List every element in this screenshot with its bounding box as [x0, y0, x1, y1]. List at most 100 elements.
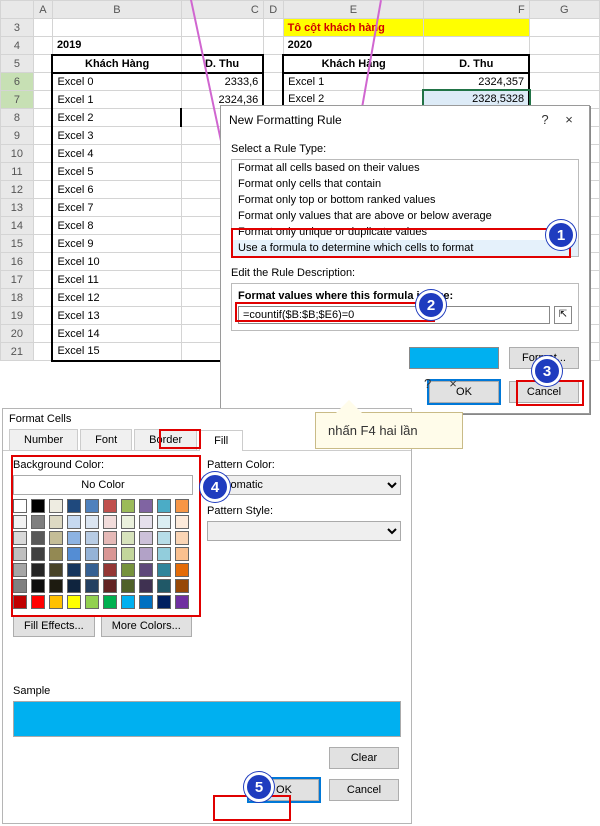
col-B[interactable]: B: [52, 1, 181, 19]
row-19[interactable]: 19: [1, 307, 34, 325]
range-selector-icon[interactable]: ⇱: [554, 306, 572, 324]
cancel-button[interactable]: Cancel: [329, 779, 399, 801]
rule-type-item-formula[interactable]: Use a formula to determine which cells t…: [232, 240, 578, 256]
tab-fill[interactable]: Fill: [199, 430, 243, 451]
cell-E6[interactable]: Excel 1: [283, 73, 424, 91]
row-5[interactable]: 5: [1, 55, 34, 73]
color-swatch[interactable]: [85, 563, 99, 577]
color-swatch[interactable]: [103, 595, 117, 609]
pattern-style-select[interactable]: [207, 521, 401, 541]
color-swatch[interactable]: [13, 547, 27, 561]
cell-F5[interactable]: D. Thu: [424, 55, 529, 73]
color-swatch[interactable]: [67, 595, 81, 609]
color-swatch[interactable]: [31, 595, 45, 609]
color-swatch[interactable]: [31, 515, 45, 529]
color-swatch[interactable]: [31, 563, 45, 577]
color-swatch[interactable]: [49, 515, 63, 529]
color-swatch[interactable]: [67, 563, 81, 577]
color-swatch[interactable]: [175, 531, 189, 545]
color-swatch[interactable]: [103, 515, 117, 529]
color-swatch[interactable]: [139, 499, 153, 513]
color-swatch[interactable]: [85, 531, 99, 545]
color-swatch[interactable]: [139, 515, 153, 529]
color-swatch[interactable]: [49, 531, 63, 545]
color-swatch[interactable]: [49, 499, 63, 513]
color-swatch[interactable]: [85, 515, 99, 529]
cell-B14[interactable]: Excel 8: [52, 217, 181, 235]
clear-button[interactable]: Clear: [329, 747, 399, 769]
cell-C6[interactable]: 2333,6: [181, 73, 263, 91]
cell-B9[interactable]: Excel 3: [52, 127, 181, 145]
row-7[interactable]: 7: [1, 91, 34, 109]
color-swatch[interactable]: [157, 579, 171, 593]
color-swatch[interactable]: [139, 595, 153, 609]
cell-B6[interactable]: Excel 0: [52, 73, 181, 91]
color-swatch[interactable]: [121, 563, 135, 577]
cell-B4[interactable]: 2019: [52, 37, 181, 55]
color-swatch[interactable]: [175, 515, 189, 529]
close-icon[interactable]: ×: [557, 112, 581, 127]
cell-C5[interactable]: D. Thu: [181, 55, 263, 73]
color-swatch[interactable]: [31, 547, 45, 561]
color-swatch[interactable]: [13, 563, 27, 577]
color-swatch[interactable]: [175, 579, 189, 593]
color-swatch[interactable]: [67, 515, 81, 529]
cell-B15[interactable]: Excel 9: [52, 235, 181, 253]
cell-B13[interactable]: Excel 7: [52, 199, 181, 217]
color-swatch[interactable]: [157, 595, 171, 609]
color-swatch[interactable]: [31, 499, 45, 513]
cell-B10[interactable]: Excel 4: [52, 145, 181, 163]
color-swatch[interactable]: [139, 579, 153, 593]
cell-B8[interactable]: Excel 2: [52, 109, 181, 127]
col-A[interactable]: A: [33, 1, 52, 19]
color-swatch[interactable]: [139, 531, 153, 545]
cell-B18[interactable]: Excel 12: [52, 289, 181, 307]
row-6[interactable]: 6: [1, 73, 34, 91]
cell-B20[interactable]: Excel 14: [52, 325, 181, 343]
rule-type-item[interactable]: Format all cells based on their values: [232, 160, 578, 176]
cell-B16[interactable]: Excel 10: [52, 253, 181, 271]
row-11[interactable]: 11: [1, 163, 34, 181]
row-21[interactable]: 21: [1, 343, 34, 361]
rule-type-item[interactable]: Format only cells that contain: [232, 176, 578, 192]
col-D[interactable]: D: [263, 1, 283, 19]
cell-B7[interactable]: Excel 1: [52, 91, 181, 109]
color-swatch[interactable]: [121, 499, 135, 513]
cell-E4[interactable]: 2020: [283, 37, 424, 55]
color-swatch[interactable]: [49, 595, 63, 609]
color-swatch[interactable]: [103, 579, 117, 593]
cell-E5[interactable]: Khách Hàng: [283, 55, 424, 73]
help-icon[interactable]: ?: [533, 112, 557, 127]
col-F[interactable]: F: [424, 1, 529, 19]
color-swatch[interactable]: [157, 547, 171, 561]
tab-border[interactable]: Border: [134, 429, 197, 450]
row-16[interactable]: 16: [1, 253, 34, 271]
close-icon[interactable]: ×: [449, 376, 457, 391]
help-icon[interactable]: ?: [424, 376, 431, 391]
color-swatch[interactable]: [49, 579, 63, 593]
color-swatch[interactable]: [175, 499, 189, 513]
cell-B11[interactable]: Excel 5: [52, 163, 181, 181]
color-swatch[interactable]: [13, 515, 27, 529]
color-swatch[interactable]: [13, 531, 27, 545]
row-8[interactable]: 8: [1, 109, 34, 127]
color-swatch[interactable]: [103, 547, 117, 561]
col-G[interactable]: G: [529, 1, 599, 19]
formula-input[interactable]: [238, 306, 550, 324]
color-swatch[interactable]: [49, 547, 63, 561]
corner[interactable]: [1, 1, 34, 19]
row-9[interactable]: 9: [1, 127, 34, 145]
col-E[interactable]: E: [283, 1, 424, 19]
cell-B21[interactable]: Excel 15: [52, 343, 181, 361]
color-swatch[interactable]: [139, 563, 153, 577]
color-swatch[interactable]: [175, 547, 189, 561]
color-swatch[interactable]: [157, 515, 171, 529]
color-swatch[interactable]: [31, 579, 45, 593]
color-swatch[interactable]: [31, 531, 45, 545]
color-swatch[interactable]: [175, 563, 189, 577]
color-swatch[interactable]: [85, 499, 99, 513]
color-swatch[interactable]: [157, 563, 171, 577]
more-colors-button[interactable]: More Colors...: [101, 615, 192, 637]
color-swatch[interactable]: [103, 499, 117, 513]
no-color-button[interactable]: No Color: [13, 475, 193, 495]
